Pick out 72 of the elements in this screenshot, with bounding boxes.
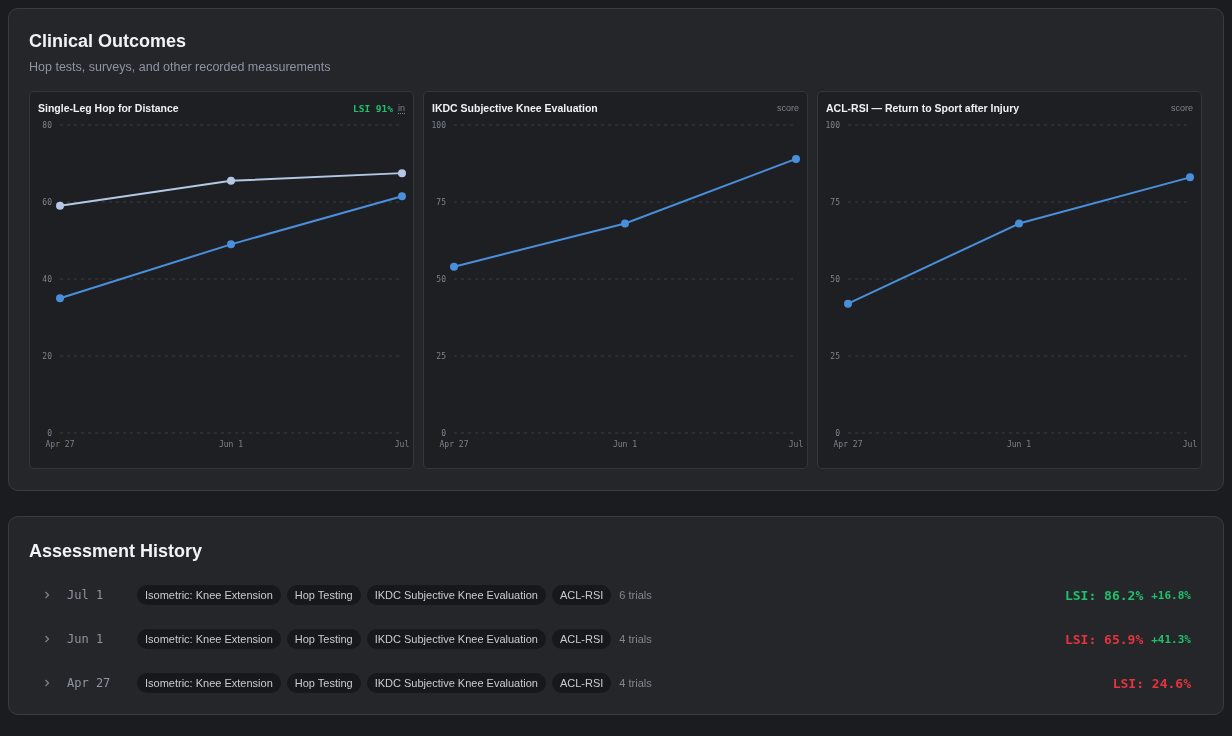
x-tick-label: Jun 1 <box>218 440 244 449</box>
chart-title: ACL-RSI — Return to Sport after Injury <box>826 102 1020 114</box>
x-tick-label: Jun 1 <box>1006 440 1032 449</box>
lsi-value: LSI 91% <box>352 102 393 114</box>
assessment-tag: IKDC Subjective Knee Evaluation <box>366 585 546 605</box>
x-tick-label: Jun 1 <box>612 440 638 449</box>
y-tick-label: 50 <box>436 275 446 284</box>
unit-label: in <box>398 102 405 114</box>
assessment-tag: Hop Testing <box>286 673 361 693</box>
section-title: Clinical Outcomes <box>29 31 188 52</box>
lsi-value: LSI: 65.9% <box>1064 631 1144 647</box>
y-tick-label: 0 <box>835 429 840 438</box>
y-tick-label: 100 <box>431 121 446 130</box>
data-point <box>56 294 64 303</box>
y-tick-label: 75 <box>830 198 840 207</box>
y-tick-label: 60 <box>42 198 52 207</box>
assessment-date[interactable]: Jul 1 <box>67 588 131 602</box>
trial-count: 6 trials <box>619 589 652 601</box>
data-point <box>844 299 852 308</box>
unit-label: score <box>777 103 799 113</box>
lsi-change: +41.3% <box>1151 632 1191 646</box>
section-subtitle: Hop tests, surveys, and other recorded measurements <box>29 60 332 74</box>
chevron-icon[interactable] <box>43 679 51 687</box>
data-point <box>450 262 458 271</box>
assessment-tag: Isometric: Knee Extension <box>137 585 281 605</box>
data-point <box>1015 219 1023 228</box>
assessment-tag: Isometric: Knee Extension <box>137 673 281 693</box>
chart-title: IKDC Subjective Knee Evaluation <box>432 102 598 114</box>
y-tick-label: 40 <box>42 275 52 284</box>
data-point <box>227 176 235 185</box>
assessment-tag: ACL-RSI <box>551 585 612 605</box>
lsi-value: LSI: 86.2% <box>1064 587 1144 603</box>
data-point <box>56 201 64 210</box>
assessment-tag: IKDC Subjective Knee Evaluation <box>366 629 546 649</box>
x-tick-label: Apr 27 <box>439 440 469 449</box>
section-title: Assessment History <box>29 541 204 562</box>
y-tick-label: 50 <box>830 275 840 284</box>
chevron-icon[interactable] <box>43 635 51 643</box>
x-tick-label: Apr 27 <box>833 440 863 449</box>
data-point <box>227 240 235 249</box>
x-tick-label: Jul <box>788 440 804 449</box>
data-point <box>792 154 800 163</box>
assessment-tag: Isometric: Knee Extension <box>137 629 281 649</box>
data-point <box>398 192 406 201</box>
data-point <box>1186 173 1194 182</box>
y-tick-label: 20 <box>42 352 52 361</box>
lsi-change: +16.8% <box>1151 588 1191 602</box>
x-tick-label: Jul <box>394 440 410 449</box>
trial-count: 4 trials <box>619 677 652 689</box>
trial-count: 4 trials <box>619 633 652 645</box>
y-tick-label: 0 <box>47 429 52 438</box>
assessment-tag: ACL-RSI <box>551 629 612 649</box>
y-tick-label: 0 <box>441 429 446 438</box>
data-point <box>621 219 629 228</box>
y-tick-label: 25 <box>436 352 446 361</box>
y-tick-label: 80 <box>42 121 52 130</box>
chart-title: Single-Leg Hop for Distance <box>38 102 179 114</box>
y-tick-label: 100 <box>825 121 840 130</box>
y-tick-label: 75 <box>436 198 446 207</box>
assessment-tag: ACL-RSI <box>551 673 612 693</box>
assessment-tag: Hop Testing <box>286 585 361 605</box>
unit-label: score <box>1171 103 1193 113</box>
x-tick-label: Jul <box>1182 440 1198 449</box>
data-point <box>398 169 406 178</box>
assessment-tag: IKDC Subjective Knee Evaluation <box>366 673 546 693</box>
assessment-tag: Hop Testing <box>286 629 361 649</box>
chevron-icon[interactable] <box>43 591 51 599</box>
lsi-value: LSI: 24.6% <box>1112 675 1191 691</box>
assessment-date[interactable]: Apr 27 <box>67 676 131 690</box>
assessment-date[interactable]: Jun 1 <box>67 632 131 646</box>
x-tick-label: Apr 27 <box>45 440 75 449</box>
y-tick-label: 25 <box>830 352 840 361</box>
